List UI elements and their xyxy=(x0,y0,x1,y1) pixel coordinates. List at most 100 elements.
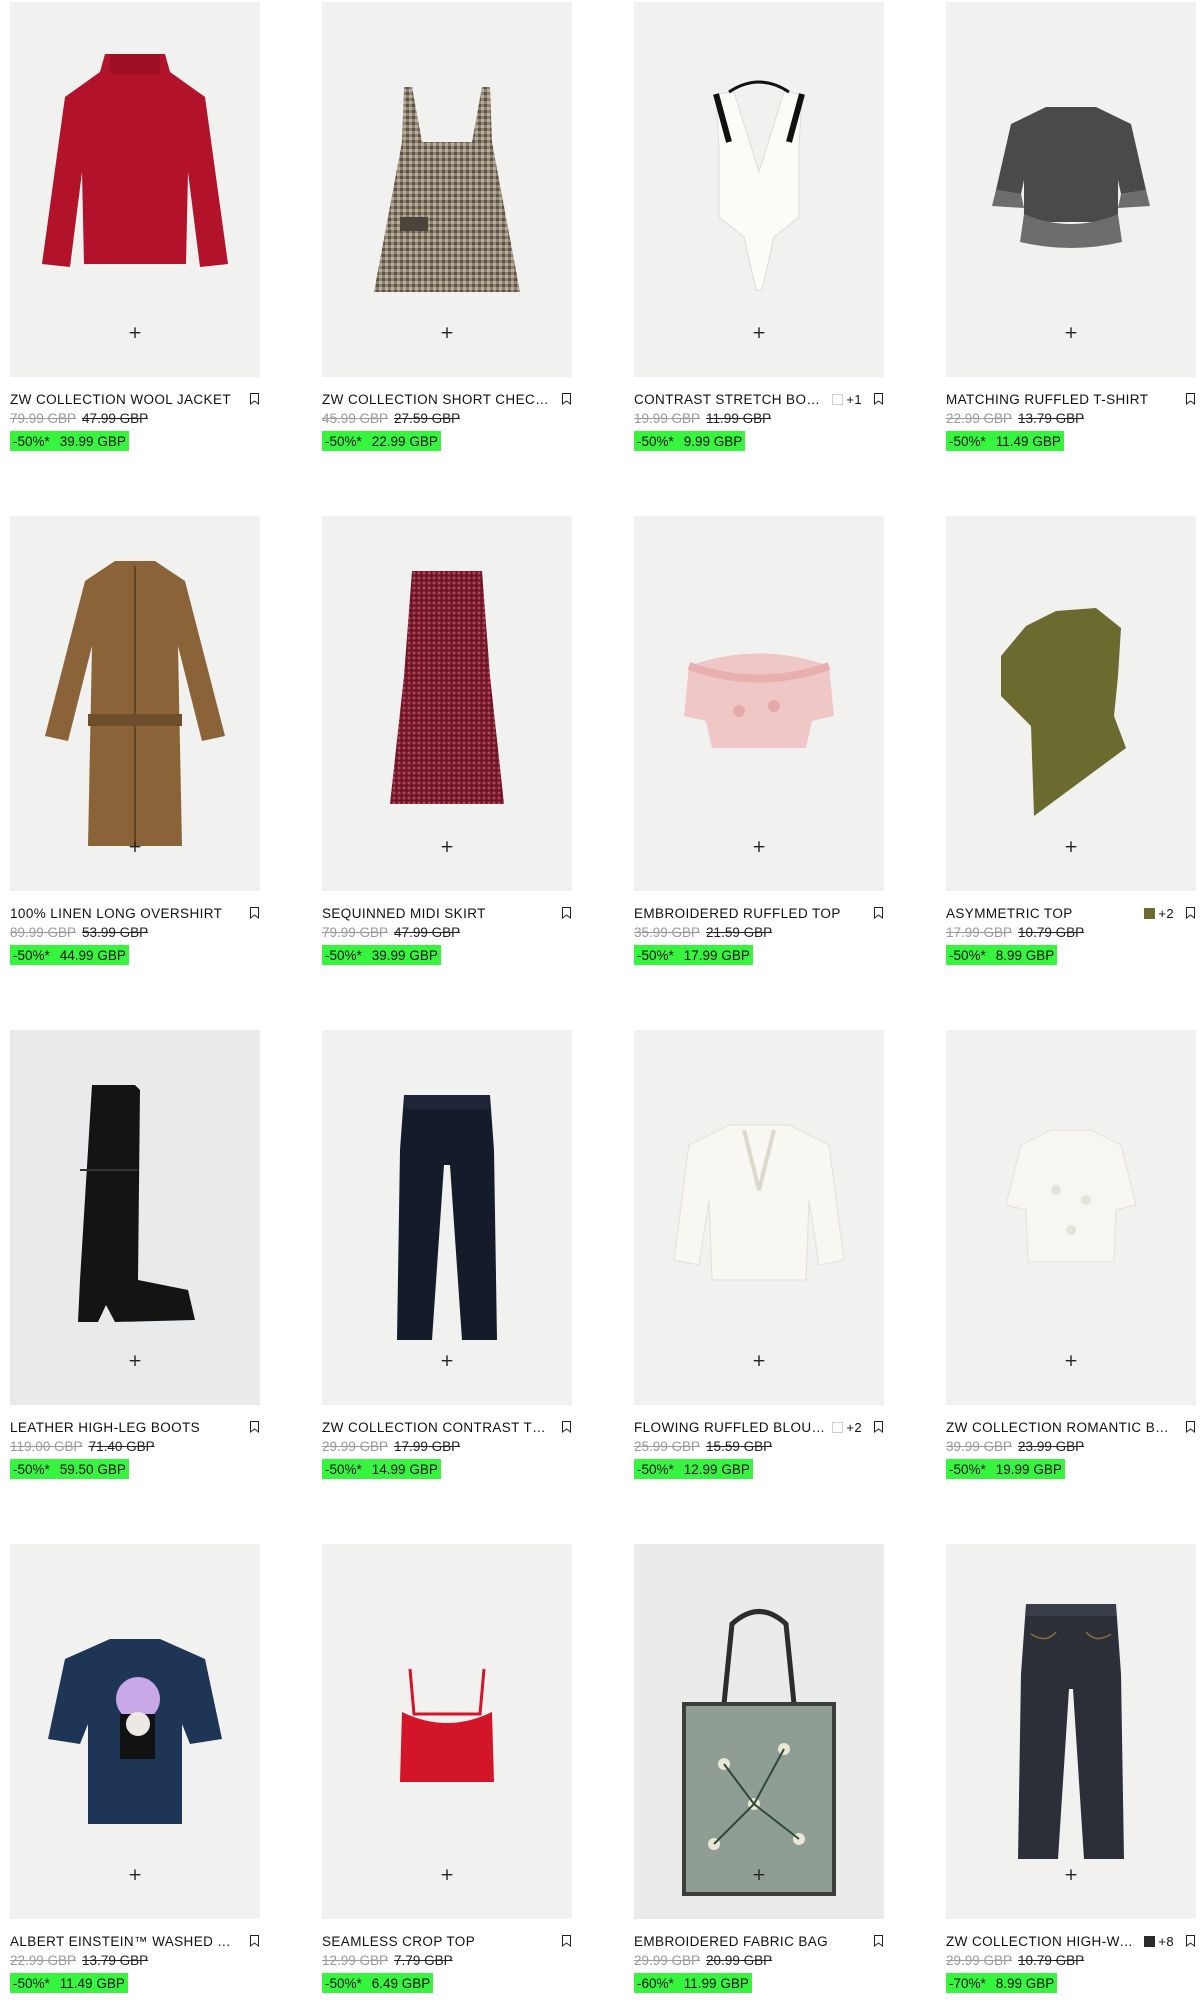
product-name[interactable]: LEATHER HIGH-LEG BOOTS xyxy=(10,1420,238,1435)
product-name[interactable]: SEQUINNED MIDI SKIRT xyxy=(322,906,550,921)
bookmark-icon[interactable] xyxy=(248,392,260,406)
bookmark-icon[interactable] xyxy=(248,1934,260,1948)
add-to-bag-button[interactable]: + xyxy=(435,835,459,859)
bookmark-icon[interactable] xyxy=(248,1420,260,1434)
product-card[interactable]: + SEAMLESS CROP TOP 12.99 GBP 7.79 GBP -5… xyxy=(322,1544,572,1993)
product-image[interactable]: + xyxy=(10,2,260,377)
product-name[interactable]: 100% LINEN LONG OVERSHIRT xyxy=(10,906,238,921)
add-to-bag-button[interactable]: + xyxy=(1059,321,1083,345)
product-card[interactable]: + CONTRAST STRETCH BODYSUIT +1 19.99 GBP… xyxy=(634,2,884,451)
original-price: 17.99 GBP xyxy=(946,925,1013,940)
product-card[interactable]: + LEATHER HIGH-LEG BOOTS 119.00 GBP 71.40… xyxy=(10,1030,260,1479)
product-image[interactable]: + xyxy=(634,516,884,891)
previous-price: 13.79 GBP xyxy=(1018,411,1085,426)
product-image[interactable]: + xyxy=(634,1030,884,1405)
product-card[interactable]: + SEQUINNED MIDI SKIRT 79.99 GBP 47.99 GB… xyxy=(322,516,572,965)
add-to-bag-button[interactable]: + xyxy=(123,1349,147,1373)
bookmark-icon[interactable] xyxy=(1184,1420,1196,1434)
product-card[interactable]: + ZW COLLECTION ROMANTIC BLOUSE 39.99 GB… xyxy=(946,1030,1196,1479)
add-to-bag-button[interactable]: + xyxy=(435,321,459,345)
product-name[interactable]: FLOWING RUFFLED BLOUSE xyxy=(634,1420,826,1435)
product-name[interactable]: ZW COLLECTION ROMANTIC BLOUSE xyxy=(946,1420,1174,1435)
product-name[interactable]: EMBROIDERED FABRIC BAG xyxy=(634,1934,862,1949)
product-name[interactable]: EMBROIDERED RUFFLED TOP xyxy=(634,906,862,921)
discount-label: -50%* xyxy=(13,1462,50,1477)
add-to-bag-button[interactable]: + xyxy=(123,835,147,859)
bookmark-icon[interactable] xyxy=(872,392,884,406)
original-price: 29.99 GBP xyxy=(634,1953,701,1968)
product-name[interactable]: CONTRAST STRETCH BODYSUIT xyxy=(634,392,826,407)
add-to-bag-button[interactable]: + xyxy=(747,1349,771,1373)
bookmark-icon[interactable] xyxy=(560,1934,572,1948)
add-to-bag-button[interactable]: + xyxy=(435,1349,459,1373)
add-to-bag-button[interactable]: + xyxy=(1059,835,1083,859)
sale-price-badge: -50%* 44.99 GBP xyxy=(10,945,129,965)
product-card[interactable]: + EMBROIDERED FABRIC BAG 29.99 GBP 20.99 … xyxy=(634,1544,884,1993)
bookmark-icon[interactable] xyxy=(872,1934,884,1948)
product-image[interactable]: + xyxy=(322,1030,572,1405)
more-colors-count: +2 xyxy=(846,1419,862,1435)
add-to-bag-button[interactable]: + xyxy=(747,321,771,345)
product-card[interactable]: + ZW COLLECTION HIGH-WAIST JEANS +8 29.9… xyxy=(946,1544,1196,1993)
product-name[interactable]: MATCHING RUFFLED T-SHIRT xyxy=(946,392,1174,407)
product-image[interactable]: + xyxy=(322,2,572,377)
color-swatch[interactable] xyxy=(1144,907,1156,919)
product-card[interactable]: + ZW COLLECTION WOOL JACKET 79.99 GBP 47.… xyxy=(10,2,260,451)
product-image[interactable]: + xyxy=(322,1544,572,1919)
color-swatch[interactable] xyxy=(1144,1935,1156,1947)
product-image[interactable]: + xyxy=(322,516,572,891)
bookmark-icon[interactable] xyxy=(872,1420,884,1434)
product-name[interactable]: ZW COLLECTION SHORT CHECK DRESS xyxy=(322,392,550,407)
bookmark-icon[interactable] xyxy=(872,906,884,920)
product-card[interactable]: + 100% LINEN LONG OVERSHIRT 89.99 GBP 53.… xyxy=(10,516,260,965)
bookmark-icon[interactable] xyxy=(248,906,260,920)
color-swatch[interactable] xyxy=(832,393,844,405)
product-name[interactable]: ZW COLLECTION CONTRAST TROUSERS xyxy=(322,1420,550,1435)
product-name[interactable]: ZW COLLECTION WOOL JACKET xyxy=(10,392,238,407)
bookmark-icon[interactable] xyxy=(560,906,572,920)
product-image[interactable]: + xyxy=(10,1030,260,1405)
product-name[interactable]: ALBERT EINSTEIN™ WASHED T-SHIRT xyxy=(10,1934,238,1949)
bookmark-icon[interactable] xyxy=(1184,906,1196,920)
sale-price-badge: -50%* 8.99 GBP xyxy=(946,945,1058,965)
product-name[interactable]: ASYMMETRIC TOP xyxy=(946,906,1138,921)
product-card[interactable]: + MATCHING RUFFLED T-SHIRT 22.99 GBP 13.7… xyxy=(946,2,1196,451)
add-to-bag-button[interactable]: + xyxy=(123,321,147,345)
product-card[interactable]: + ALBERT EINSTEIN™ WASHED T-SHIRT 22.99 … xyxy=(10,1544,260,1993)
product-card[interactable]: + ZW COLLECTION CONTRAST TROUSERS 29.99 … xyxy=(322,1030,572,1479)
product-image[interactable]: + xyxy=(10,1544,260,1919)
product-image[interactable]: + xyxy=(634,1544,884,1919)
color-swatches[interactable]: +2 xyxy=(1144,906,1174,921)
add-to-bag-button[interactable]: + xyxy=(123,1863,147,1887)
product-image[interactable]: + xyxy=(946,1544,1196,1919)
add-to-bag-button[interactable]: + xyxy=(1059,1349,1083,1373)
discount-label: -50%* xyxy=(325,1976,362,1991)
product-card[interactable]: + FLOWING RUFFLED BLOUSE +2 25.99 GBP 15.… xyxy=(634,1030,884,1479)
add-to-bag-button[interactable]: + xyxy=(435,1863,459,1887)
product-image[interactable]: + xyxy=(634,2,884,377)
product-image[interactable]: + xyxy=(946,516,1196,891)
color-swatch[interactable] xyxy=(832,1421,844,1433)
add-to-bag-button[interactable]: + xyxy=(747,1863,771,1887)
bookmark-icon[interactable] xyxy=(1184,1934,1196,1948)
color-swatches[interactable]: +1 xyxy=(832,392,862,407)
product-image[interactable]: + xyxy=(946,2,1196,377)
bookmark-icon[interactable] xyxy=(560,1420,572,1434)
bookmark-icon[interactable] xyxy=(560,392,572,406)
add-to-bag-button[interactable]: + xyxy=(747,835,771,859)
sale-price: 14.99 GBP xyxy=(371,1462,438,1477)
product-name[interactable]: SEAMLESS CROP TOP xyxy=(322,1934,550,1949)
bookmark-icon[interactable] xyxy=(1184,392,1196,406)
color-swatches[interactable]: +2 xyxy=(832,1420,862,1435)
add-to-bag-button[interactable]: + xyxy=(1059,1863,1083,1887)
previous-price: 47.99 GBP xyxy=(394,925,461,940)
color-swatches[interactable]: +8 xyxy=(1144,1934,1174,1949)
product-name[interactable]: ZW COLLECTION HIGH-WAIST JEANS xyxy=(946,1934,1138,1949)
sale-price-badge: -50%* 19.99 GBP xyxy=(946,1459,1065,1479)
product-image[interactable]: + xyxy=(10,516,260,891)
product-card[interactable]: + ZW COLLECTION SHORT CHECK DRESS 45.99 … xyxy=(322,2,572,451)
product-card[interactable]: + ASYMMETRIC TOP +2 17.99 GBP 10.79 GBP -… xyxy=(946,516,1196,965)
product-card[interactable]: + EMBROIDERED RUFFLED TOP 35.99 GBP 21.59… xyxy=(634,516,884,965)
original-price: 22.99 GBP xyxy=(10,1953,77,1968)
product-image[interactable]: + xyxy=(946,1030,1196,1405)
